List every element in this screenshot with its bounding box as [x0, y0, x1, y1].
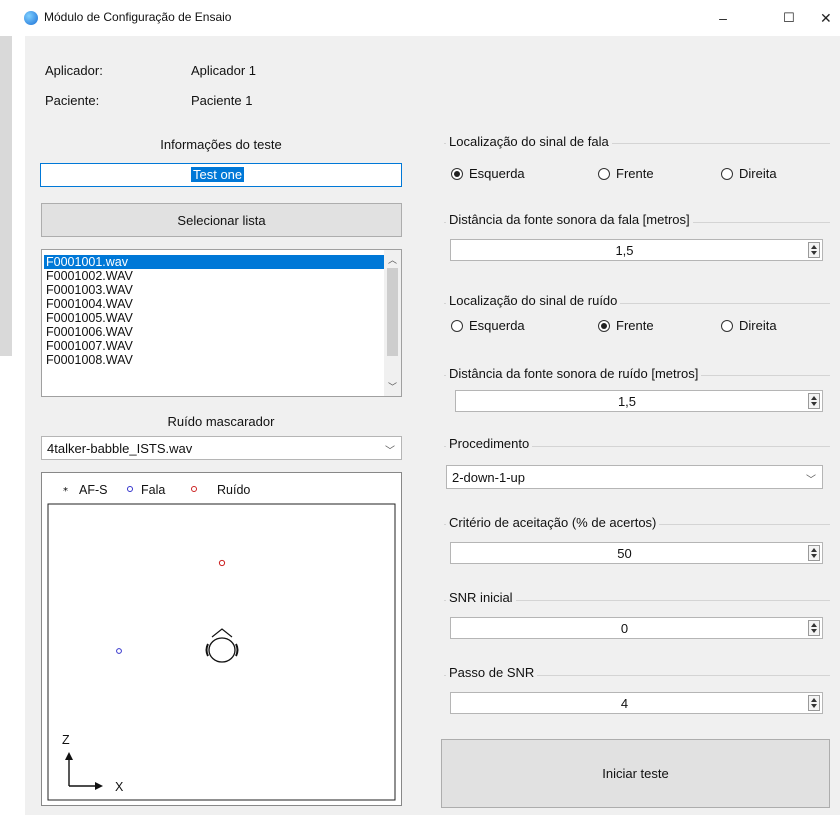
- acceptance-stepper[interactable]: 50: [450, 542, 823, 564]
- masker-label: Ruído mascarador: [167, 414, 275, 429]
- speech-radio-left[interactable]: [451, 168, 463, 180]
- file-list[interactable]: F0001001.wav F0001002.WAV F0001003.WAV F…: [41, 249, 402, 397]
- speech-option-right[interactable]: Direita: [739, 166, 777, 181]
- patient-label: Paciente:: [45, 93, 100, 108]
- list-item[interactable]: F0001007.WAV: [44, 339, 384, 353]
- axis-indicator-icon: [65, 752, 103, 790]
- snr-initial-value: 0: [620, 621, 629, 636]
- noise-distance-title: Distância da fonte sonora de ruído [metr…: [446, 366, 702, 381]
- list-item-selected[interactable]: F0001001.wav: [44, 255, 384, 269]
- test-name-input[interactable]: Test one: [40, 163, 402, 187]
- position-plot: * AF-S Fala Ruído Z X: [41, 472, 402, 806]
- list-item[interactable]: F0001008.WAV: [44, 353, 384, 367]
- noise-radio-front[interactable]: [598, 320, 610, 332]
- procedure-select[interactable]: 2-down-1-up ﹀: [446, 465, 823, 489]
- chevron-down-icon: ﹀: [806, 475, 816, 486]
- legend-afs-marker: *: [63, 486, 68, 497]
- procedure-value: 2-down-1-up: [452, 470, 525, 485]
- window-title: Módulo de Configuração de Ensaio: [44, 10, 232, 24]
- maximize-button[interactable]: ☐: [766, 6, 812, 30]
- legend-ruido-marker: [191, 486, 197, 492]
- spin-updown-icon[interactable]: [808, 242, 820, 258]
- noise-option-front[interactable]: Frente: [616, 318, 654, 333]
- plot-svg: * AF-S Fala Ruído Z X: [47, 483, 396, 801]
- snr-initial-title: SNR inicial: [446, 590, 516, 605]
- applicator-value: Aplicador 1: [191, 63, 257, 78]
- speech-distance-stepper[interactable]: 1,5: [450, 239, 823, 261]
- start-test-button[interactable]: Iniciar teste: [441, 739, 830, 808]
- app-icon: [24, 11, 38, 25]
- list-item[interactable]: F0001003.WAV: [44, 283, 384, 297]
- snr-step-stepper[interactable]: 4: [450, 692, 823, 714]
- snr-step-value: 4: [620, 696, 629, 711]
- acceptance-title: Critério de aceitação (% de acertos): [446, 515, 660, 530]
- masker-value: 4talker-babble_ISTS.wav: [47, 441, 193, 456]
- speech-option-left[interactable]: Esquerda: [469, 166, 525, 181]
- scrollbar-thumb[interactable]: [387, 268, 398, 356]
- noise-distance-stepper[interactable]: 1,5: [455, 390, 823, 412]
- legend-fala-marker: [127, 486, 133, 492]
- noise-distance-value: 1,5: [617, 394, 637, 409]
- speech-distance-value: 1,5: [615, 243, 634, 258]
- speech-radio-front[interactable]: [598, 168, 610, 180]
- speech-distance-title: Distância da fonte sonora da fala [metro…: [446, 212, 693, 227]
- spin-updown-icon[interactable]: [808, 620, 820, 636]
- acceptance-value: 50: [617, 546, 632, 561]
- applicator-label: Aplicador:: [45, 63, 103, 78]
- spin-updown-icon[interactable]: [808, 393, 820, 409]
- test-info-label: Informações do teste: [160, 137, 282, 152]
- noise-option-left[interactable]: Esquerda: [469, 318, 525, 333]
- noise-radio-left[interactable]: [451, 320, 463, 332]
- noise-option-right[interactable]: Direita: [739, 318, 777, 333]
- chevron-down-icon: ﹀: [385, 446, 395, 457]
- masker-select[interactable]: 4talker-babble_ISTS.wav ﹀: [41, 436, 402, 460]
- legend-ruido-label: Ruído: [217, 483, 250, 497]
- spin-updown-icon[interactable]: [808, 695, 820, 711]
- snr-step-title: Passo de SNR: [446, 665, 538, 680]
- list-item[interactable]: F0001002.WAV: [44, 269, 384, 283]
- scroll-up-icon[interactable]: ︿: [388, 253, 397, 266]
- noise-location-title: Localização do sinal de ruído: [446, 293, 621, 308]
- legend-fala-label: Fala: [141, 483, 165, 497]
- legend-afs-label: AF-S: [79, 483, 107, 497]
- close-button[interactable]: ✕: [812, 6, 840, 30]
- listener-head-icon: [205, 628, 239, 663]
- patient-value: Paciente 1: [191, 93, 253, 108]
- plot-axes-box: [47, 503, 396, 801]
- speech-source-marker: [116, 648, 122, 654]
- list-scrollbar[interactable]: ︿ ﹀: [384, 250, 401, 396]
- speech-option-front[interactable]: Frente: [616, 166, 654, 181]
- test-name-text: Test one: [191, 167, 245, 182]
- noise-radio-right[interactable]: [721, 320, 733, 332]
- desktop-background-window: [0, 36, 12, 356]
- list-item[interactable]: F0001006.WAV: [44, 325, 384, 339]
- select-list-button[interactable]: Selecionar lista: [41, 203, 402, 237]
- procedure-title: Procedimento: [446, 436, 533, 451]
- spin-updown-icon[interactable]: [808, 545, 820, 561]
- minimize-button[interactable]: –: [700, 6, 746, 30]
- z-axis-label: Z: [62, 733, 70, 747]
- x-axis-label: X: [115, 780, 124, 794]
- snr-initial-stepper[interactable]: 0: [450, 617, 823, 639]
- noise-source-marker: [218, 559, 226, 567]
- list-item[interactable]: F0001005.WAV: [44, 311, 384, 325]
- speech-location-title: Localização do sinal de fala: [446, 134, 612, 149]
- speech-radio-right[interactable]: [721, 168, 733, 180]
- scroll-down-icon[interactable]: ﹀: [388, 380, 397, 393]
- list-item[interactable]: F0001004.WAV: [44, 297, 384, 311]
